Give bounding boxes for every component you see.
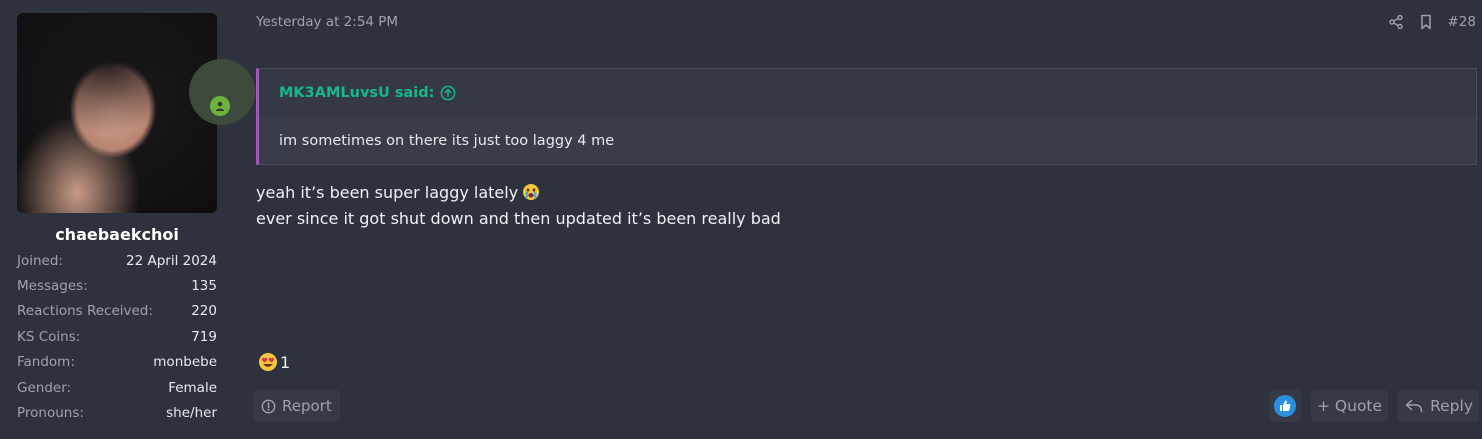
message-line: ever since it got shut down and then upd…: [256, 209, 781, 228]
report-label: Report: [282, 397, 332, 415]
post-message: yeah it’s been super laggy lately ever s…: [256, 180, 781, 232]
reply-arrow-icon: [1404, 398, 1424, 414]
stat-messages: Messages: 135: [17, 273, 217, 298]
stat-value: she/her: [166, 405, 217, 422]
stat-value[interactable]: 135: [191, 278, 217, 294]
quote-author[interactable]: MK3AMLuvsU said:: [279, 85, 434, 101]
stat-gender: Gender: Female: [17, 375, 217, 400]
message-line: yeah it’s been super laggy lately: [256, 180, 781, 206]
post-actions: #28: [1388, 14, 1477, 30]
stat-label: Messages:: [17, 278, 88, 295]
stat-label: Reactions Received:: [17, 303, 153, 320]
stat-joined: Joined: 22 April 2024: [17, 248, 217, 273]
thumbs-up-icon: [1273, 394, 1297, 418]
share-icon[interactable]: [1388, 14, 1404, 30]
reply-label: Reply: [1430, 397, 1473, 415]
stat-value: 719: [191, 328, 217, 345]
post-date[interactable]: Yesterday at 2:54 PM: [256, 14, 398, 30]
user-sidebar: chaebaekchoi Joined: 22 April 2024 Messa…: [17, 13, 217, 426]
stat-label: Fandom:: [17, 354, 75, 371]
avatar-photo: [37, 13, 177, 213]
reaction-summary[interactable]: 1: [258, 352, 290, 372]
stat-coins: KS Coins: 719: [17, 324, 217, 349]
stat-label: KS Coins:: [17, 328, 81, 345]
quote-text: im sometimes on there its just too laggy…: [259, 117, 1476, 164]
reaction-count: 1: [280, 352, 291, 372]
quote-header: MK3AMLuvsU said:: [259, 69, 1476, 117]
stat-label: Joined:: [17, 252, 63, 269]
post-action-buttons: + Quote Reply: [1269, 390, 1479, 422]
stat-label: Pronouns:: [17, 405, 84, 422]
online-status-icon: [210, 96, 230, 116]
stat-fandom: Fandom: monbebe: [17, 350, 217, 375]
stat-value: monbebe: [153, 354, 217, 371]
report-button[interactable]: Report: [253, 390, 340, 422]
stat-pronouns: Pronouns: she/her: [17, 400, 217, 425]
arrow-up-circle-icon[interactable]: [440, 85, 456, 101]
user-stats: Joined: 22 April 2024 Messages: 135 Reac…: [17, 248, 217, 426]
quote-block: MK3AMLuvsU said: im sometimes on there i…: [256, 68, 1477, 165]
like-button[interactable]: [1269, 390, 1302, 422]
stat-value: 220: [191, 303, 217, 320]
exclamation-circle-icon: [261, 399, 276, 414]
username[interactable]: chaebaekchoi: [17, 225, 217, 244]
reply-button[interactable]: Reply: [1398, 390, 1479, 422]
stat-label: Gender:: [17, 379, 72, 396]
message-text: yeah it’s been super laggy lately: [256, 183, 519, 202]
quote-label: + Quote: [1317, 397, 1383, 415]
crying-face-emoji: [522, 183, 540, 201]
heart-eyes-emoji: [258, 352, 278, 372]
avatar[interactable]: [17, 13, 217, 213]
stat-value: Female: [168, 379, 217, 396]
post-number[interactable]: #28: [1448, 14, 1477, 30]
stat-value: 22 April 2024: [126, 252, 217, 269]
bookmark-icon[interactable]: [1418, 14, 1434, 30]
stat-reactions: Reactions Received: 220: [17, 299, 217, 324]
quote-button[interactable]: + Quote: [1311, 390, 1389, 422]
